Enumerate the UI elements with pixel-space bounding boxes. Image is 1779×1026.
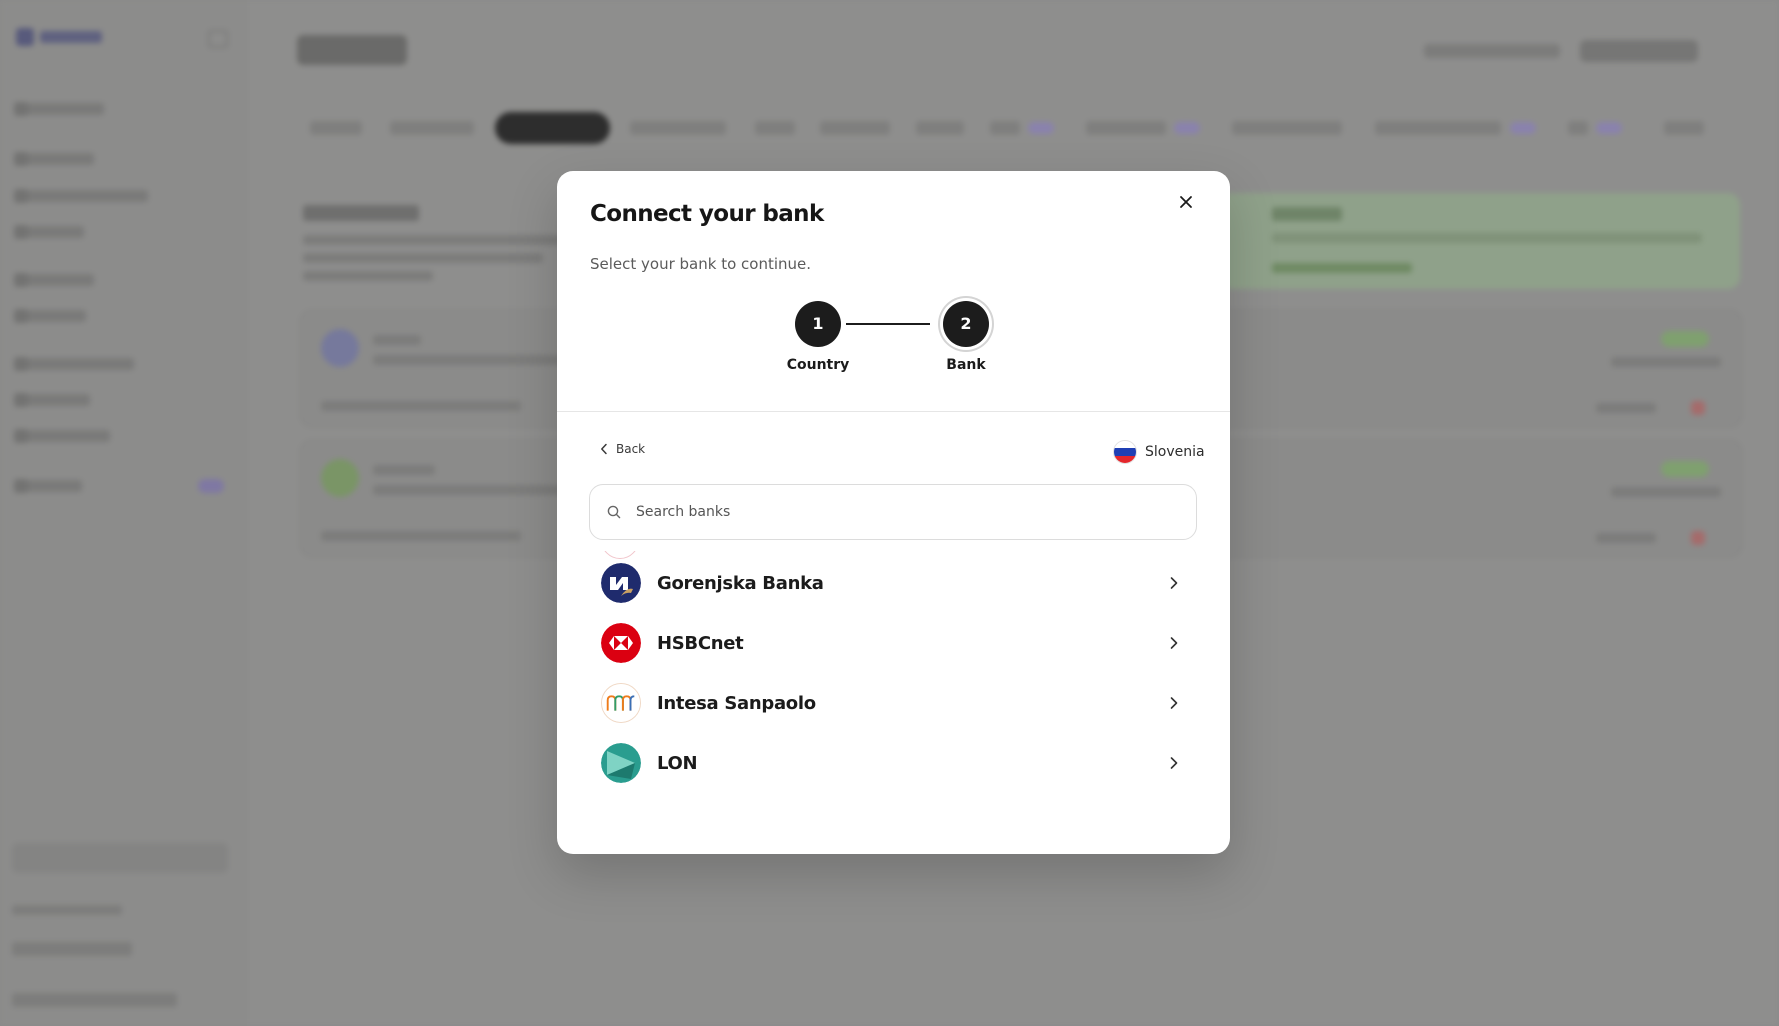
- close-button[interactable]: [1171, 187, 1201, 217]
- background-settings-item: [12, 843, 228, 873]
- search-input[interactable]: [634, 503, 1178, 521]
- divider: [557, 411, 1230, 412]
- background-logo: [16, 26, 106, 48]
- slovenia-flag-icon: [1113, 440, 1137, 464]
- background-nav-item: [14, 152, 94, 166]
- background-section-title: [303, 205, 419, 221]
- background-page-title: [297, 35, 407, 65]
- bank-name: Gorenjska Banka: [657, 572, 824, 594]
- bank-item-hsbcnet[interactable]: HSBCnet: [589, 613, 1195, 673]
- country-name: Slovenia: [1145, 444, 1205, 460]
- search-field[interactable]: [589, 484, 1197, 540]
- chevron-right-icon: [1170, 577, 1178, 589]
- background-section-text: [303, 235, 563, 245]
- background-nav-item: [14, 429, 110, 443]
- bank-item-intesa-sanpaolo[interactable]: Intesa Sanpaolo: [589, 673, 1195, 733]
- step-label: Bank: [946, 357, 986, 373]
- background-section-text: [303, 253, 543, 263]
- selected-country: Slovenia: [1113, 440, 1205, 464]
- bank-name: LON: [657, 752, 698, 774]
- background-section-text: [303, 271, 433, 281]
- background-collapse-icon: [208, 30, 228, 48]
- background-sidebar-line: [12, 942, 132, 956]
- back-label: Back: [616, 442, 646, 456]
- close-icon: [1180, 196, 1192, 208]
- step-number: 1: [795, 301, 841, 347]
- modal-subtitle: Select your bank to continue.: [590, 255, 812, 273]
- gorenjska-banka-logo: [601, 563, 641, 603]
- bank-name: HSBCnet: [657, 632, 744, 654]
- search-icon: [607, 505, 621, 519]
- step-label: Country: [786, 357, 850, 373]
- background-nav-item: [14, 273, 94, 287]
- step-country: 1 Country: [763, 301, 873, 373]
- bank-item-gorenjska-banka[interactable]: Gorenjska Banka: [589, 553, 1195, 613]
- background-info-card: [1220, 193, 1740, 289]
- background-nav-item: [14, 393, 90, 407]
- connect-bank-modal: Connect your bank Select your bank to co…: [557, 171, 1230, 854]
- step-bank: 2 Bank: [911, 301, 1021, 373]
- bank-name: Intesa Sanpaolo: [657, 692, 816, 714]
- background-tabs: [300, 112, 1760, 144]
- back-button[interactable]: Back: [600, 442, 645, 456]
- hsbc-logo: [601, 623, 641, 663]
- background-nav-badge: [198, 479, 224, 493]
- background-nav-item: [14, 309, 86, 323]
- bank-list: Gorenjska Banka HSBCnet Intesa Sanpaolo …: [589, 551, 1195, 854]
- chevron-right-icon: [1170, 697, 1178, 709]
- stepper: 1 Country 2 Bank: [557, 301, 1230, 381]
- chevron-left-icon: [601, 443, 607, 455]
- chevron-right-icon: [1170, 757, 1178, 769]
- background-nav-item: [14, 225, 84, 239]
- lon-logo: [601, 743, 641, 783]
- background-nav-item: [14, 479, 82, 493]
- background-nav-item: [14, 189, 148, 203]
- background-nav-item: [14, 102, 104, 116]
- background-sidebar-line: [12, 905, 122, 915]
- background-header-button: [1580, 40, 1698, 62]
- background-nav-item: [14, 357, 134, 371]
- bank-item-lon[interactable]: LON: [589, 733, 1195, 793]
- step-number: 2: [943, 301, 989, 347]
- background-header-link: [1424, 44, 1560, 58]
- intesa-sanpaolo-logo: [601, 683, 641, 723]
- background-sidebar: [0, 0, 246, 1026]
- modal-title: Connect your bank: [590, 201, 824, 227]
- chevron-right-icon: [1170, 637, 1178, 649]
- background-sidebar-line: [12, 993, 177, 1007]
